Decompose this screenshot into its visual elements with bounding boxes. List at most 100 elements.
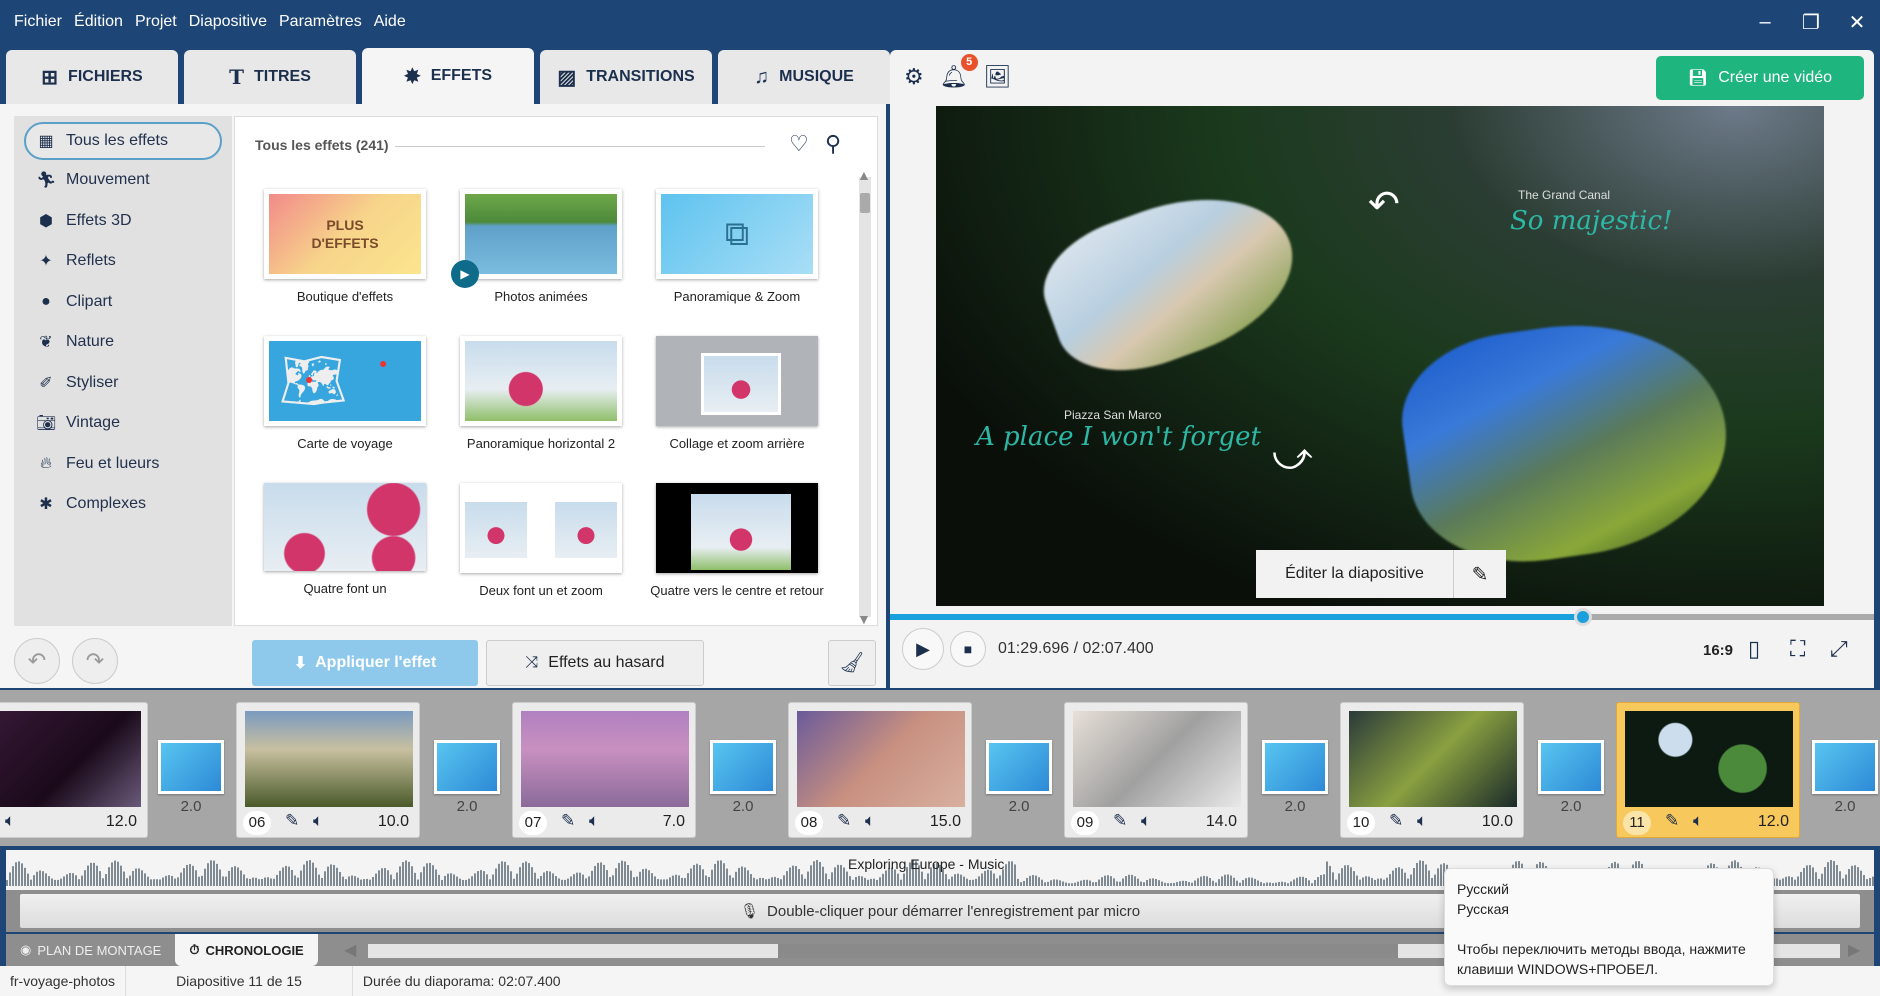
minimize-button[interactable]: – [1742, 11, 1788, 34]
slide-item[interactable]: 11 ✎ 🔈︎ 12.0 [1616, 702, 1800, 838]
tab-transitions[interactable]: ▨ TRANSITIONS [540, 50, 712, 104]
effect-card-collage-zoom[interactable]: Collage et zoom arrière [639, 336, 835, 452]
effect-card-carte-voyage[interactable]: 🗺︎ ● ● Carte de voyage [247, 336, 443, 452]
pencil-icon[interactable]: ✎ [1454, 562, 1506, 587]
category-item[interactable]: ● Clipart [14, 282, 232, 323]
menu-parametres[interactable]: Paramètres [279, 13, 362, 31]
tab-effets[interactable]: ✸ EFFETS [362, 48, 534, 104]
menu-diapositive[interactable]: Diapositive [189, 13, 267, 31]
tab-titres[interactable]: T TITRES [184, 50, 356, 104]
pencil-icon[interactable]: ✎ [285, 811, 299, 831]
speaker-icon[interactable]: 🔈︎ [5, 811, 15, 831]
category-item[interactable]: ⬢ Effets 3D [14, 201, 232, 242]
slide-item[interactable]: 08 ✎ 🔈︎ 15.0 [788, 702, 972, 838]
speaker-icon[interactable]: 🔈︎ [1693, 811, 1703, 831]
split-photo-right [555, 502, 617, 558]
slide-thumbnail [797, 711, 965, 807]
transition-thumbnail[interactable] [986, 740, 1052, 794]
pencil-icon[interactable]: ✎ [561, 811, 575, 831]
play-button[interactable]: ▶ [902, 628, 944, 670]
effect-label: Quatre font un [303, 581, 387, 596]
scroll-right-arrow-icon[interactable]: ▶ [1848, 940, 1860, 960]
progress-knob[interactable] [1573, 608, 1592, 626]
slide-item[interactable]: ✎🔈︎12.0 [0, 702, 148, 838]
notification-bell-icon[interactable]: 🔔︎ 5 [940, 54, 978, 90]
create-video-button[interactable]: 💾︎ Créer une vidéo [1656, 56, 1864, 100]
category-item[interactable]: ▦ Tous les effets [24, 122, 222, 160]
scrollbar-thumb[interactable] [860, 193, 870, 213]
stopwatch-icon: ⏱︎ [189, 942, 200, 957]
menu-fichier[interactable]: Fichier [14, 13, 62, 31]
effects-scrollbar[interactable]: ▲ ▼ [857, 167, 871, 627]
speaker-icon[interactable]: 🔈︎ [1417, 811, 1427, 831]
pencil-icon[interactable]: ✎ [837, 811, 851, 831]
undo-button[interactable]: ↶ [14, 638, 60, 684]
tab-musique[interactable]: ♫ MUSIQUE [718, 50, 890, 104]
transition-thumbnail[interactable] [158, 740, 224, 794]
caption-grand-canal: The Grand Canal [1518, 188, 1611, 202]
transition-thumbnail[interactable] [434, 740, 500, 794]
play-icon: ▶ [916, 639, 930, 659]
stop-button[interactable]: ■ [950, 631, 986, 667]
fullscreen-icon[interactable]: ⤢ [1830, 636, 1848, 662]
category-item[interactable]: ❦ Nature [14, 322, 232, 363]
speaker-icon[interactable]: 🔈︎ [313, 811, 323, 831]
slide-item[interactable]: 09 ✎ 🔈︎ 14.0 [1064, 702, 1248, 838]
search-icon[interactable]: ⚲ [825, 131, 841, 157]
restore-button[interactable]: ❐ [1788, 10, 1834, 35]
redo-button[interactable]: ↷ [72, 638, 118, 684]
transition-thumbnail[interactable] [1812, 740, 1878, 794]
close-button[interactable]: ✕ [1834, 10, 1880, 35]
aspect-ratio-label[interactable]: 16:9 [1703, 642, 1733, 659]
tab-chronologie[interactable]: ⏱︎ CHRONOLOGIE [175, 934, 318, 966]
snapshot-icon[interactable]: ⛶ [1790, 636, 1805, 662]
category-item[interactable]: ✦ Reflets [14, 241, 232, 282]
menu-projet[interactable]: Projet [135, 13, 177, 31]
clear-effects-button[interactable]: 🧹︎ [828, 640, 876, 686]
effect-card-quatre-vers-centre[interactable]: Quatre vers le centre et retour [639, 483, 835, 599]
category-item[interactable]: ✱ Complexes [14, 484, 232, 525]
effect-card-boutique[interactable]: PLUS D'EFFETS Boutique d'effets [247, 189, 443, 305]
gallery-icon[interactable]: 🖼︎ [984, 64, 1012, 90]
scroll-down-arrow-icon[interactable]: ▼ [857, 611, 871, 627]
transition-thumbnail[interactable] [1538, 740, 1604, 794]
effect-card-deux-font-un[interactable]: Deux font un et zoom [443, 483, 639, 599]
tab-fichiers[interactable]: ⊞ FICHIERS [6, 50, 178, 104]
category-item[interactable]: 🔥︎ Feu et lueurs [14, 444, 232, 485]
slide-item[interactable]: 10 ✎ 🔈︎ 10.0 [1340, 702, 1524, 838]
header-divider [395, 146, 765, 147]
effect-card-photos-animees[interactable]: ▶ Photos animées [443, 189, 639, 305]
scroll-up-arrow-icon[interactable]: ▲ [857, 167, 871, 183]
random-effects-button[interactable]: ⤨ Effets au hasard [486, 640, 704, 686]
slide-number: 09 [1071, 811, 1099, 835]
tab-plan-de-montage[interactable]: ◉ PLAN DE MONTAGE [6, 934, 176, 966]
storyboard-icon: ◉ [20, 942, 32, 957]
apply-effect-button[interactable]: ⬇ Appliquer l'effet [252, 640, 478, 686]
pencil-icon[interactable]: ✎ [1113, 811, 1127, 831]
slide-item[interactable]: 07 ✎ 🔈︎ 7.0 [512, 702, 696, 838]
scroll-left-arrow-icon[interactable]: ◀ [344, 940, 356, 960]
menu-edition[interactable]: Édition [74, 13, 123, 31]
edit-slide-button[interactable]: Éditer la diapositive ✎ [1256, 550, 1506, 598]
category-item[interactable]: 📷︎ Vintage [14, 403, 232, 444]
pencil-icon[interactable]: ✎ [1389, 811, 1403, 831]
slide-item[interactable]: 06 ✎ 🔈︎ 10.0 [236, 702, 420, 838]
speaker-icon[interactable]: 🔈︎ [1141, 811, 1151, 831]
speaker-icon[interactable]: 🔈︎ [589, 811, 599, 831]
menu-aide[interactable]: Aide [374, 13, 406, 31]
transition-thumbnail[interactable] [1262, 740, 1328, 794]
pencil-icon[interactable]: ✎ [1665, 811, 1679, 831]
scrollbar-thumb[interactable] [778, 944, 1398, 958]
effect-card-panoramique-horizontal[interactable]: Panoramique horizontal 2 [443, 336, 639, 452]
favorites-heart-icon[interactable]: ♡ [789, 131, 809, 157]
category-label: Tous les effets [66, 132, 168, 149]
speaker-icon[interactable]: 🔈︎ [865, 811, 875, 831]
settings-gear-icon[interactable]: ⚙ [904, 64, 924, 90]
effect-card-quatre-font-un[interactable]: Quatre font un [247, 483, 443, 597]
category-item[interactable]: ✐ Styliser [14, 363, 232, 404]
aspect-frame-icon[interactable]: ▯ [1748, 636, 1760, 662]
effect-card-panoramique-zoom[interactable]: ⧉ Panoramique & Zoom [639, 189, 835, 305]
category-item[interactable]: 🏃︎ Mouvement [14, 160, 232, 201]
playback-progress-bar[interactable] [890, 608, 1874, 626]
transition-thumbnail[interactable] [710, 740, 776, 794]
